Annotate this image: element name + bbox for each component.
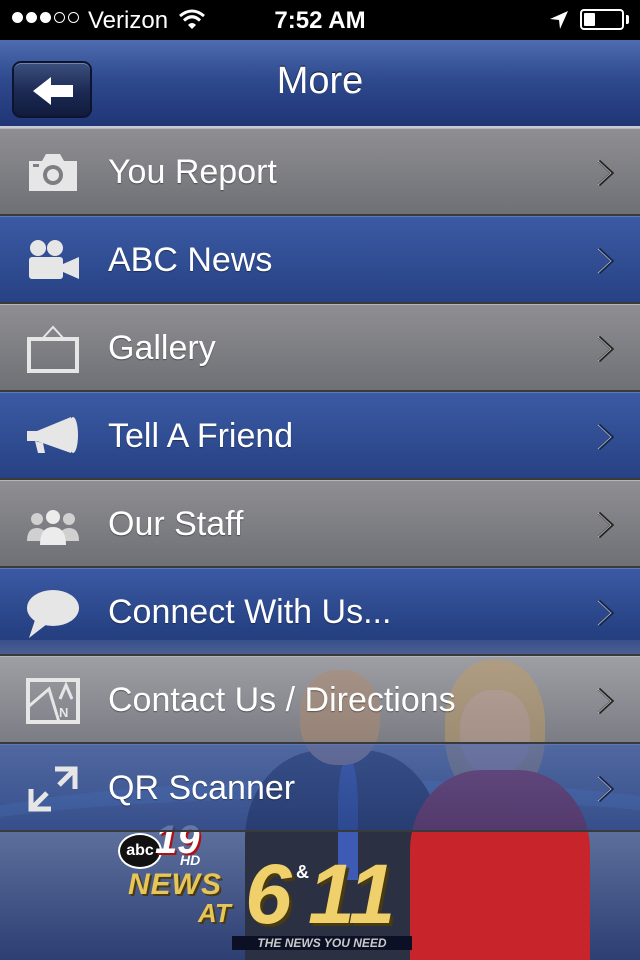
- menu-item-label: You Report: [108, 153, 277, 191]
- menu-item-abc-news[interactable]: ABC News: [0, 216, 640, 304]
- location-arrow-icon: [550, 11, 568, 29]
- chevron-right-icon: [597, 687, 615, 715]
- menu-item-label: QR Scanner: [108, 769, 296, 807]
- chevron-right-icon: [597, 775, 615, 803]
- menu-item-label: ABC News: [108, 241, 273, 279]
- megaphone-icon: [27, 417, 78, 453]
- news-logo-text: NEWS: [128, 868, 222, 901]
- map-icon: N: [26, 678, 80, 724]
- battery-tip: [626, 15, 629, 24]
- menu-item-label: Contact Us / Directions: [108, 681, 456, 719]
- menu-item-qr-scanner[interactable]: QR Scanner: [0, 744, 640, 832]
- page-title: More: [276, 60, 364, 102]
- hd-logo: HD: [180, 852, 201, 868]
- menu-item-tell-a-friend[interactable]: Tell A Friend: [0, 392, 640, 480]
- expand-arrows-icon: [28, 766, 78, 812]
- six-logo-text: 6: [245, 847, 292, 941]
- menu-item-you-report[interactable]: You Report: [0, 128, 640, 216]
- menu-item-contact-us-directions[interactable]: N Contact Us / Directions: [0, 656, 640, 744]
- chevron-right-icon: [597, 335, 615, 363]
- clock: 7:52 AM: [274, 7, 366, 34]
- video-camera-icon: [29, 240, 79, 279]
- camera-icon: [29, 154, 77, 191]
- chevron-right-icon: [597, 423, 615, 451]
- menu-item-our-staff[interactable]: Our Staff: [0, 480, 640, 568]
- menu-item-label: Gallery: [108, 329, 216, 367]
- chevron-right-icon: [597, 159, 615, 187]
- navigation-bar: More: [0, 40, 640, 128]
- menu-item-connect-with-us[interactable]: Connect With Us...: [0, 568, 640, 656]
- menu-item-label: Our Staff: [108, 505, 244, 543]
- chevron-right-icon: [597, 511, 615, 539]
- people-icon: [27, 510, 79, 545]
- menu-item-label: Tell A Friend: [108, 417, 294, 455]
- menu-item-gallery[interactable]: Gallery: [0, 304, 640, 392]
- speech-bubble-icon: [27, 590, 79, 638]
- chevron-right-icon: [597, 247, 615, 275]
- eleven-logo-text: 11: [308, 847, 396, 941]
- battery-icon: [580, 9, 624, 30]
- status-bar: Verizon 7:52 AM: [0, 0, 640, 40]
- at-logo-text: AT: [198, 898, 231, 928]
- chevron-right-icon: [597, 599, 615, 627]
- svg-text:N: N: [59, 705, 68, 720]
- tagline: THE NEWS YOU NEED: [232, 936, 412, 950]
- menu-item-label: Connect With Us...: [108, 593, 392, 631]
- picture-frame-icon: [27, 325, 79, 373]
- menu-list: You Report ABC News Gallery Tell A Frien…: [0, 128, 640, 832]
